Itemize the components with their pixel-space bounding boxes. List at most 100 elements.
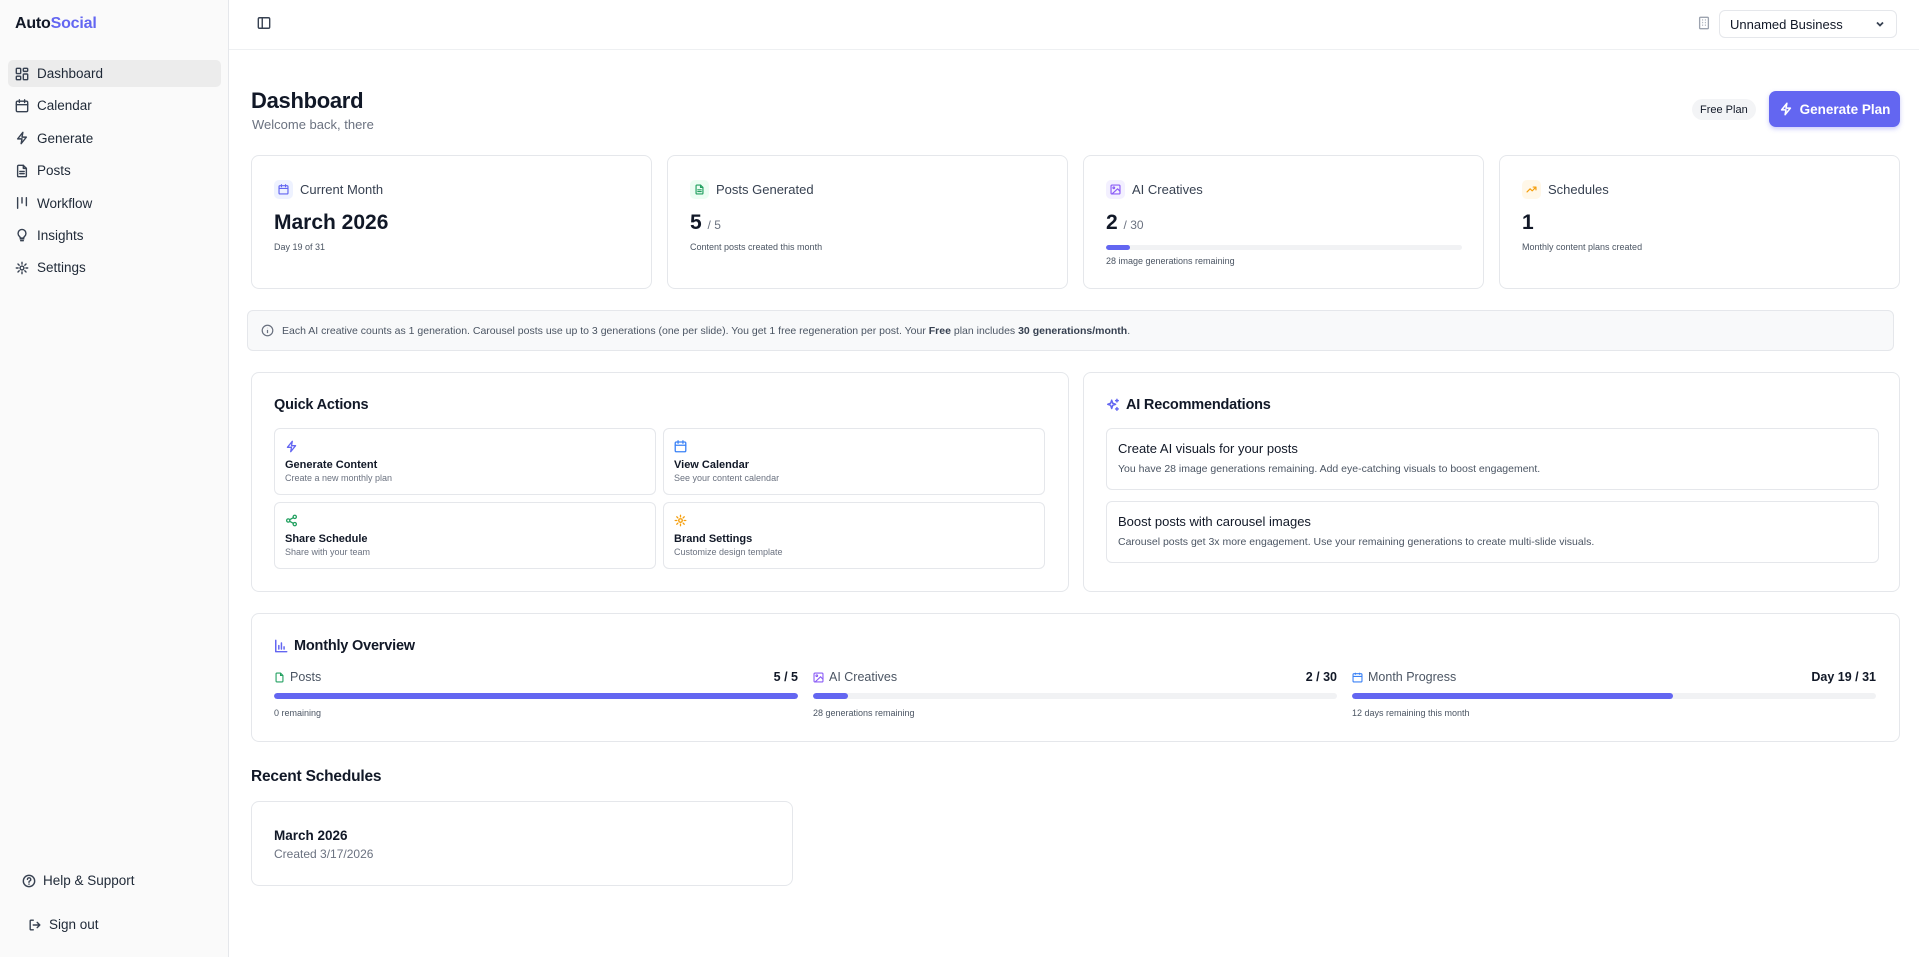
monthly-overview-title: Monthly Overview: [294, 638, 415, 654]
sidebar-item-insights[interactable]: Insights: [8, 222, 221, 249]
stat-header: Posts Generated: [690, 180, 814, 199]
stat-header: Schedules: [1522, 180, 1609, 199]
overview-label: Month Progress: [1352, 670, 1456, 684]
generation-info-banner: Each AI creative counts as 1 generation.…: [247, 310, 1894, 351]
document-icon: [690, 180, 709, 199]
recommendation-desc: You have 28 image generations remaining.…: [1118, 463, 1541, 475]
lightning-icon: [16, 131, 28, 145]
document-icon: [275, 671, 284, 683]
sidebar-item-label: Dashboard: [37, 66, 104, 81]
quick-action-title: View Calendar: [674, 459, 749, 471]
help-support-link[interactable]: Help & Support: [22, 873, 135, 888]
stat-label: Posts Generated: [716, 182, 814, 197]
quick-action-generate-content[interactable]: Generate Content Create a new monthly pl…: [274, 428, 656, 495]
sidebar-toggle-icon[interactable]: [257, 16, 271, 30]
overview-note: 28 generations remaining: [813, 708, 915, 718]
page-title: Dashboard: [251, 88, 364, 113]
main-content: Unnamed Business Dashboard Welcome back,…: [229, 0, 1919, 957]
quick-action-share-schedule[interactable]: Share Schedule Share with your team: [274, 502, 656, 569]
overview-note: 0 remaining: [274, 708, 322, 718]
sidebar-nav: Dashboard Calendar Generate Posts Workfl…: [8, 60, 221, 287]
business-select-value: Unnamed Business: [1730, 16, 1843, 32]
quick-actions-panel: Quick Actions Generate Content Create a …: [251, 372, 1069, 592]
quick-action-desc: Customize design template: [674, 547, 783, 557]
sidebar-item-posts[interactable]: Posts: [8, 157, 221, 184]
sidebar-item-generate[interactable]: Generate: [8, 125, 221, 152]
gear-icon: [15, 261, 29, 275]
building-icon: [1697, 16, 1711, 30]
schedule-created-date: Created 3/17/2026: [274, 847, 374, 861]
sidebar-item-dashboard[interactable]: Dashboard: [8, 60, 221, 87]
quick-action-desc: Create a new monthly plan: [285, 473, 393, 483]
stat-value-main: 2: [1106, 211, 1118, 234]
sign-out-label: Sign out: [49, 917, 99, 932]
sparkles-icon: [1107, 398, 1119, 411]
sign-out-button[interactable]: Sign out: [28, 917, 99, 932]
stat-value-suffix: / 30: [1123, 218, 1144, 232]
overview-header: Posts 5 / 5: [274, 670, 798, 684]
overview-progress-bar: [1352, 693, 1876, 699]
overview-progress-bar: [813, 693, 1337, 699]
stat-card-schedules: Schedules 1 Monthly content plans create…: [1499, 155, 1900, 289]
sidebar-item-label: Settings: [37, 260, 86, 276]
overview-label-text: Posts: [290, 670, 322, 684]
stat-value-main: 1: [1522, 211, 1534, 234]
sidebar-item-calendar[interactable]: Calendar: [8, 92, 221, 119]
calendar-icon: [674, 440, 687, 453]
plan-badge: Free Plan: [1692, 99, 1756, 120]
generate-plan-label: Generate Plan: [1799, 101, 1891, 117]
recommendation-title: Create AI visuals for your posts: [1118, 441, 1298, 456]
overview-label: Posts: [274, 670, 321, 684]
share-icon: [285, 514, 298, 527]
stat-note: Content posts created this month: [690, 242, 823, 252]
stat-value: 5 / 5: [690, 211, 721, 235]
overview-posts: Posts 5 / 5 0 remaining: [274, 670, 798, 718]
monthly-overview-header: Monthly Overview: [274, 638, 415, 654]
info-generation-limit: 30 generations/month: [1018, 324, 1128, 337]
overview-value: Day 19 / 31: [1811, 670, 1876, 684]
info-text: Each AI creative counts as 1 generation.…: [282, 325, 1130, 337]
sidebar-item-settings[interactable]: Settings: [8, 254, 221, 281]
quick-action-title: Generate Content: [285, 459, 378, 471]
recommendation-item[interactable]: Create AI visuals for your posts You hav…: [1106, 428, 1879, 490]
stat-label: AI Creatives: [1132, 182, 1203, 197]
overview-header: AI Creatives 2 / 30: [813, 670, 1337, 684]
stat-card-posts-generated: Posts Generated 5 / 5 Content posts crea…: [667, 155, 1068, 289]
sidebar-item-workflow[interactable]: Workflow: [8, 190, 221, 217]
calendar-icon: [15, 99, 29, 113]
stat-label: Current Month: [300, 182, 384, 197]
lightning-icon: [1780, 102, 1791, 116]
quick-actions-title: Quick Actions: [274, 397, 369, 413]
stat-value: March 2026: [274, 211, 388, 235]
document-icon: [16, 164, 28, 178]
recommendation-item[interactable]: Boost posts with carousel images Carouse…: [1106, 501, 1879, 563]
monthly-overview-panel: Monthly Overview Posts 5 / 5 0 remaining…: [251, 613, 1900, 742]
help-circle-icon: [22, 874, 36, 887]
ai-recommendations-panel: AI Recommendations Create AI visuals for…: [1083, 372, 1900, 592]
business-select[interactable]: Unnamed Business: [1719, 10, 1897, 38]
calendar-icon: [274, 180, 293, 199]
ai-recommendations-title: AI Recommendations: [1126, 397, 1271, 413]
progress-fill: [1106, 245, 1130, 250]
bar-chart-icon: [275, 639, 288, 653]
quick-action-brand-settings[interactable]: Brand Settings Customize design template: [663, 502, 1045, 569]
schedule-card[interactable]: March 2026 Created 3/17/2026: [251, 801, 793, 886]
overview-month-progress: Month Progress Day 19 / 31 12 days remai…: [1352, 670, 1876, 718]
app-logo[interactable]: AutoSocial: [15, 15, 97, 33]
sidebar-item-label: Generate: [37, 130, 94, 146]
image-icon: [1106, 180, 1125, 199]
recent-schedules-title: Recent Schedules: [251, 768, 382, 785]
sidebar-item-label: Insights: [37, 227, 84, 243]
stat-card-current-month: Current Month March 2026 Day 19 of 31: [251, 155, 652, 289]
quick-action-view-calendar[interactable]: View Calendar See your content calendar: [663, 428, 1045, 495]
sidebar: AutoSocial Dashboard Calendar Generate P…: [0, 0, 229, 957]
progress-fill: [1352, 693, 1674, 699]
lightning-icon: [286, 440, 297, 453]
trending-up-icon: [1522, 180, 1541, 199]
top-bar: Unnamed Business: [229, 0, 1919, 50]
overview-label: AI Creatives: [813, 670, 897, 684]
calendar-icon: [1352, 672, 1363, 683]
generate-plan-button[interactable]: Generate Plan: [1769, 91, 1900, 127]
info-icon: [261, 324, 274, 337]
stat-header: Current Month: [274, 180, 383, 199]
